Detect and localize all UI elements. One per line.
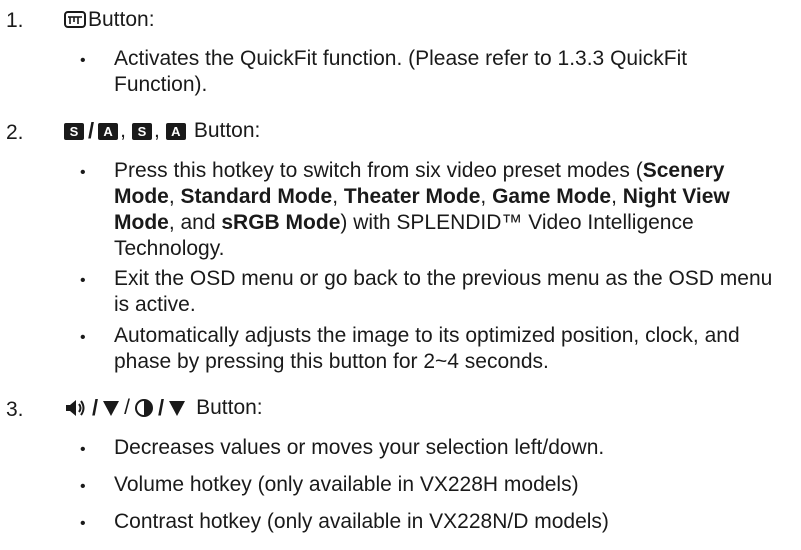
slash-separator: /: [88, 118, 95, 143]
down-triangle-icon: [102, 395, 120, 421]
contrast-icon: [134, 395, 154, 421]
bullet-text: Automatically adjusts the image to its o…: [114, 323, 774, 375]
bullet-text: Decreases values or moves your selection…: [114, 435, 774, 461]
bullet-text-part: Contrast hotkey (only available in VX228…: [114, 510, 609, 533]
bullet-marker: •: [80, 52, 86, 69]
bullet-marker: •: [80, 441, 86, 458]
bullet-marker: •: [80, 478, 86, 495]
bullet-marker: •: [80, 515, 86, 532]
item-label: Button:: [193, 119, 261, 142]
bullet-text: Volume hotkey (only available in VX228H …: [114, 472, 774, 498]
mode-name: Standard Mode: [180, 185, 333, 208]
bullet-text-part: Automatically adjusts the image to its o…: [114, 324, 740, 373]
comma-separator: ,: [153, 119, 160, 142]
a-key-icon: A: [165, 122, 186, 140]
quickfit-key-icon: [64, 7, 86, 33]
slash-separator: /: [157, 395, 165, 420]
bullet-text: Exit the OSD menu or go back to the prev…: [114, 266, 774, 318]
bullet-marker: •: [80, 329, 86, 346]
item-number: 3.: [6, 398, 24, 421]
s-key-icon: S: [131, 122, 152, 140]
down-triangle-icon: [168, 395, 186, 421]
bullet-marker: •: [80, 272, 86, 289]
bullet-text-part: Press this hotkey to switch from six vid…: [114, 159, 643, 182]
mode-name: sRGB Mode: [221, 211, 341, 234]
bullet-text-part: Activates the QuickFit function. (Please…: [114, 47, 688, 96]
bullet-text-part: Decreases values or moves your selection…: [114, 436, 605, 459]
bullet-text-part: ,: [611, 185, 623, 208]
item-label: Button:: [196, 396, 263, 419]
bullet-text: Contrast hotkey (only available in VX228…: [114, 509, 774, 535]
item-number: 1.: [6, 9, 24, 32]
item-label: Button:: [88, 8, 155, 31]
bullet-text-part: ,: [168, 185, 181, 208]
bullet-text-part: ,: [332, 185, 344, 208]
bullet-text-part: Exit the OSD menu or go back to the prev…: [114, 267, 773, 316]
slash-separator: /: [124, 396, 130, 419]
bullet-text-part: Volume hotkey (only available in VX228H …: [114, 473, 579, 496]
item-number: 2.: [6, 121, 24, 144]
s-key-icon: S: [64, 122, 84, 140]
bullet-text: Activates the QuickFit function. (Please…: [114, 46, 774, 98]
comma-separator: ,: [120, 119, 126, 142]
bullet-text-part: , and: [168, 211, 222, 234]
slash-separator: /: [92, 395, 99, 420]
bullet-text-part: ,: [480, 185, 493, 208]
bullet-marker: •: [80, 164, 86, 181]
a-key-icon: A: [98, 122, 119, 140]
mode-name: Game Mode: [492, 185, 612, 208]
bullet-text: Press this hotkey to switch from six vid…: [114, 158, 774, 262]
mode-name: Theater Mode: [343, 185, 481, 208]
volume-icon: [64, 395, 88, 421]
